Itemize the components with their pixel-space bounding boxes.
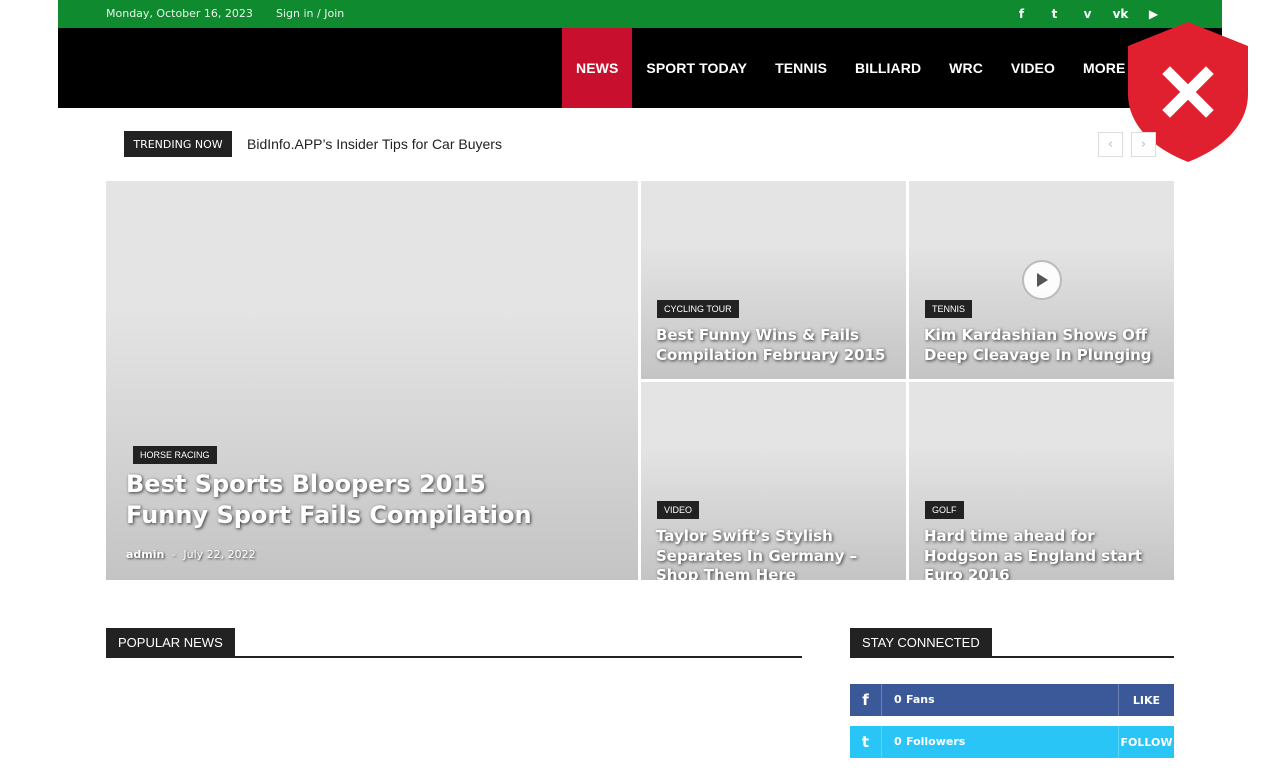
featured-tile-2-title[interactable]: Kim Kardashian Shows Off Deep Cleavage I… [924, 326, 1169, 366]
featured-tile-2[interactable]: TENNIS Kim Kardashian Shows Off Deep Cle… [909, 181, 1174, 379]
fans-count: 0 [894, 693, 902, 706]
nav-item-billiard[interactable]: BILLIARD [841, 28, 935, 108]
featured-tile-1[interactable]: CYCLING TOUR Best Funny Wins & Fails Com… [641, 181, 906, 379]
featured-tile-1-category[interactable]: CYCLING TOUR [657, 300, 739, 318]
site-header: NEWS SPORT TODAY TENNIS BILLIARD WRC VID… [58, 28, 1222, 108]
featured-main-title[interactable]: Best Sports Bloopers 2015 Funny Sport Fa… [126, 469, 546, 531]
followers-count: 0 [894, 735, 902, 748]
facebook-fans-row[interactable]: f 0 Fans LIKE [850, 684, 1174, 716]
top-bar: Monday, October 16, 2023 Sign in / Join … [58, 0, 1222, 28]
nav-item-video[interactable]: VIDEO [997, 28, 1069, 108]
featured-tile-4-category[interactable]: GOLF [925, 501, 964, 519]
trending-next-button[interactable]: › [1131, 132, 1156, 157]
facebook-icon: f [850, 684, 882, 716]
featured-main-category[interactable]: HORSE RACING [133, 446, 217, 464]
follow-button[interactable]: FOLLOW [1118, 726, 1174, 758]
nav-item-sport-today[interactable]: SPORT TODAY [632, 28, 761, 108]
featured-tile-3-title[interactable]: Taylor Swift’s Stylish Separates In Germ… [656, 527, 901, 580]
featured-tile-3-category[interactable]: VIDEO [657, 501, 700, 519]
trending-headline[interactable]: BidInfo.APP’s Insider Tips for Car Buyer… [247, 136, 747, 152]
nav-item-wrc[interactable]: WRC [935, 28, 997, 108]
featured-tile-3[interactable]: VIDEO Taylor Swift’s Stylish Separates I… [641, 382, 906, 580]
popular-news-title: POPULAR NEWS [106, 628, 235, 656]
current-date: Monday, October 16, 2023 [106, 7, 253, 20]
featured-tile-1-title[interactable]: Best Funny Wins & Fails Compilation Febr… [656, 326, 896, 365]
stay-connected-title: STAY CONNECTED [850, 628, 992, 656]
stay-connected-header: STAY CONNECTED [850, 628, 1174, 658]
facebook-icon[interactable]: f [1005, 0, 1038, 28]
featured-main-meta: admin - July 22, 2022 [126, 548, 256, 561]
play-icon[interactable] [1022, 260, 1062, 300]
popular-news-header: POPULAR NEWS [106, 628, 802, 658]
like-button[interactable]: LIKE [1118, 684, 1174, 716]
nav-item-tennis[interactable]: TENNIS [761, 28, 841, 108]
nav-item-news[interactable]: NEWS [562, 28, 633, 108]
twitter-icon: t [850, 726, 882, 758]
featured-tile-4-title[interactable]: Hard time ahead for Hodgson as England s… [924, 527, 1169, 580]
sign-in-link[interactable]: Sign in / Join [276, 7, 344, 20]
followers-label: Followers [906, 735, 966, 748]
featured-main-tile[interactable]: HORSE RACING Best Sports Bloopers 2015 F… [106, 181, 638, 580]
featured-tile-4[interactable]: GOLF Hard time ahead for Hodgson as Engl… [909, 382, 1174, 580]
main-nav: NEWS SPORT TODAY TENNIS BILLIARD WRC VID… [562, 28, 1139, 108]
fans-label: Fans [906, 693, 935, 706]
twitter-icon[interactable]: t [1038, 0, 1071, 28]
meta-separator: - [171, 548, 176, 561]
vimeo-icon[interactable]: v [1071, 0, 1104, 28]
twitter-followers-row[interactable]: t 0 Followers FOLLOW [850, 726, 1174, 758]
post-date: July 22, 2022 [183, 548, 256, 561]
featured-tile-2-category[interactable]: TENNIS [925, 300, 973, 318]
trending-label: TRENDING NOW [124, 131, 232, 157]
author-name[interactable]: admin [126, 548, 164, 561]
trending-prev-button[interactable]: ‹ [1098, 132, 1123, 157]
